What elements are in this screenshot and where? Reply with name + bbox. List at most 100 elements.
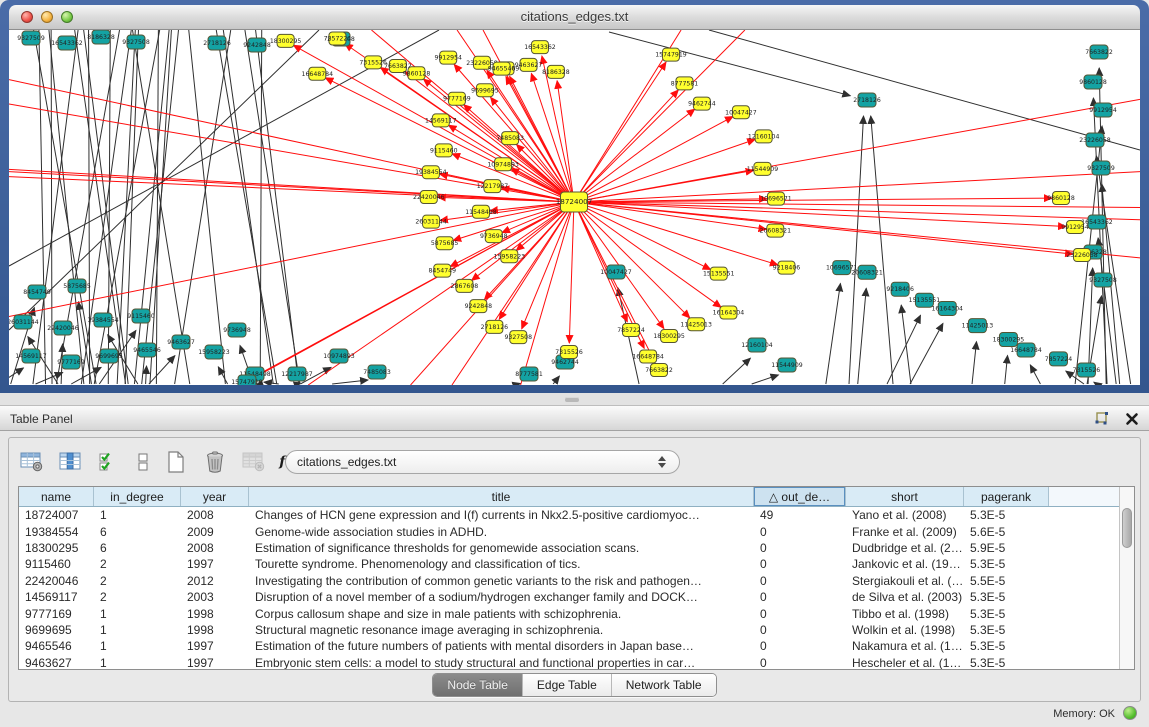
svg-text:20608321: 20608321	[851, 269, 883, 276]
cell-short: Tibbo et al. (1998)	[846, 607, 964, 621]
table-selector[interactable]: citations_edges.txt	[285, 450, 680, 474]
show-columns-icon[interactable]	[57, 448, 85, 476]
tab-edge-table[interactable]: Edge Table	[523, 674, 612, 696]
cell-name: 22420046	[19, 574, 94, 588]
delete-columns-icon[interactable]	[201, 448, 229, 476]
svg-text:11544909: 11544909	[771, 362, 803, 369]
column-header-6[interactable]: pagerank	[964, 487, 1049, 506]
svg-text:9242848: 9242848	[465, 303, 493, 310]
svg-text:10047427: 10047427	[600, 269, 632, 276]
svg-text:9860128: 9860128	[403, 70, 431, 77]
cell-pagerank: 5.9E-5	[964, 541, 1049, 555]
column-header-1[interactable]: in_degree	[94, 487, 181, 506]
svg-text:16543362: 16543362	[51, 40, 83, 47]
table-row[interactable]: 977716911998Corpus callosum shape and si…	[19, 605, 1119, 621]
column-header-2[interactable]: year	[181, 487, 249, 506]
svg-text:8186328: 8186328	[542, 69, 570, 76]
svg-text:7663822: 7663822	[1085, 49, 1113, 56]
svg-text:2718126: 2718126	[203, 40, 231, 47]
node-table: namein_degreeyeartitle△ out_de…shortpage…	[18, 486, 1135, 670]
panel-splitter[interactable]	[0, 393, 1149, 405]
svg-text:11548498: 11548498	[465, 209, 497, 216]
svg-text:26031144: 26031144	[9, 319, 39, 326]
cell-year: 2008	[181, 508, 249, 522]
svg-text:9327508: 9327508	[1089, 277, 1117, 284]
svg-text:18724007: 18724007	[556, 197, 593, 206]
svg-text:7485083: 7485083	[363, 369, 391, 376]
svg-text:15747919: 15747919	[231, 379, 263, 385]
svg-text:9860128: 9860128	[1047, 195, 1075, 202]
svg-text:12217987: 12217987	[281, 371, 313, 378]
svg-text:9777169: 9777169	[57, 359, 85, 366]
network-canvas[interactable]: 9327509 16543362 8186328 9327508 2718126 9242…	[9, 30, 1140, 385]
svg-text:23226058: 23226058	[1066, 252, 1098, 259]
svg-text:18300295: 18300295	[993, 337, 1025, 344]
selection-mode-icon[interactable]	[96, 448, 124, 476]
cell-name: 19384554	[19, 525, 94, 539]
svg-text:10696571: 10696571	[760, 196, 792, 203]
splitter-grip-icon[interactable]	[565, 397, 579, 402]
float-panel-icon[interactable]	[1093, 410, 1111, 428]
application-screen: citations_edges.txt 9327509 16543362 81863…	[0, 0, 1149, 727]
cell-name: 9465546	[19, 639, 94, 653]
svg-text:18300295: 18300295	[653, 333, 685, 340]
svg-text:7857224: 7857224	[324, 36, 352, 43]
cell-pagerank: 5.3E-5	[964, 590, 1049, 604]
cell-out_degree: 0	[754, 590, 846, 604]
table-row[interactable]: 1872400712008Changes of HCN gene express…	[19, 507, 1119, 523]
window-titlebar[interactable]: citations_edges.txt	[9, 5, 1140, 30]
cell-name: 9115460	[19, 557, 94, 571]
table-vertical-scrollbar[interactable]	[1119, 487, 1134, 669]
cell-out_degree: 0	[754, 656, 846, 670]
table-row[interactable]: 911546021997Tourette syndrome. Phenomeno…	[19, 556, 1119, 572]
table-row[interactable]: 946554611997Estimation of the future num…	[19, 638, 1119, 654]
svg-text:12160104: 12160104	[748, 133, 780, 140]
table-row[interactable]: 969969511998Structural magnetic resonanc…	[19, 622, 1119, 638]
svg-text:16543362: 16543362	[524, 44, 556, 51]
cell-title: Corpus callosum shape and size in male p…	[249, 607, 754, 621]
svg-text:9736948: 9736948	[480, 233, 508, 240]
column-header-3[interactable]: title	[249, 487, 754, 506]
svg-text:9327509: 9327509	[17, 35, 45, 42]
table-row[interactable]: 946362711997Embryonic stem cells: a mode…	[19, 655, 1119, 670]
cell-short: Jankovic et al. (1997)	[846, 557, 964, 571]
column-header-4[interactable]: △ out_de…	[754, 487, 846, 506]
network-window: citations_edges.txt 9327509 16543362 81863…	[0, 0, 1149, 393]
svg-text:9327509: 9327509	[1087, 165, 1115, 172]
column-header-0[interactable]: name	[19, 487, 94, 506]
table-row[interactable]: 1830029562008Estimation of significance …	[19, 540, 1119, 556]
cell-out_degree: 0	[754, 525, 846, 539]
delete-table-icon[interactable]	[240, 448, 268, 476]
memory-status-label: Memory: OK	[1053, 708, 1115, 720]
tab-node-table[interactable]: Node Table	[433, 674, 523, 696]
svg-text:9463627: 9463627	[167, 339, 195, 346]
tab-network-table[interactable]: Network Table	[612, 674, 716, 696]
svg-text:9327508: 9327508	[122, 39, 150, 46]
svg-text:11425013: 11425013	[680, 321, 712, 328]
cell-out_degree: 0	[754, 623, 846, 637]
cell-title: Estimation of the future numbers of pati…	[249, 639, 754, 653]
close-panel-icon[interactable]	[1123, 410, 1141, 428]
memory-status-icon	[1123, 706, 1137, 720]
new-column-icon[interactable]	[162, 448, 190, 476]
svg-text:11544909: 11544909	[747, 166, 779, 173]
table-row[interactable]: 1938455462009Genome-wide association stu…	[19, 523, 1119, 539]
table-row[interactable]: 1456911722003Disruption of a novel membe…	[19, 589, 1119, 605]
cell-title: Embryonic stem cells: a model to study s…	[249, 656, 754, 670]
cell-pagerank: 5.3E-5	[964, 607, 1049, 621]
cell-in_degree: 1	[94, 508, 181, 522]
cell-in_degree: 1	[94, 607, 181, 621]
svg-text:14569117: 14569117	[15, 353, 47, 360]
table-mode-icon[interactable]	[18, 448, 46, 476]
svg-text:23226058: 23226058	[1079, 137, 1111, 144]
svg-text:9912954: 9912954	[1061, 224, 1089, 231]
row-height-icon[interactable]	[135, 448, 151, 476]
scrollbar-thumb[interactable]	[1122, 508, 1132, 548]
network-graph[interactable]: 9327509 16543362 8186328 9327508 2718126 9242…	[9, 30, 1140, 385]
svg-text:5875685: 5875685	[431, 240, 459, 247]
column-header-5[interactable]: short	[846, 487, 964, 506]
svg-text:9736948: 9736948	[223, 327, 251, 334]
table-row[interactable]: 2242004622012Investigating the contribut…	[19, 573, 1119, 589]
cell-title: Disruption of a novel member of a sodium…	[249, 590, 754, 604]
cell-title: Investigating the contribution of common…	[249, 574, 754, 588]
